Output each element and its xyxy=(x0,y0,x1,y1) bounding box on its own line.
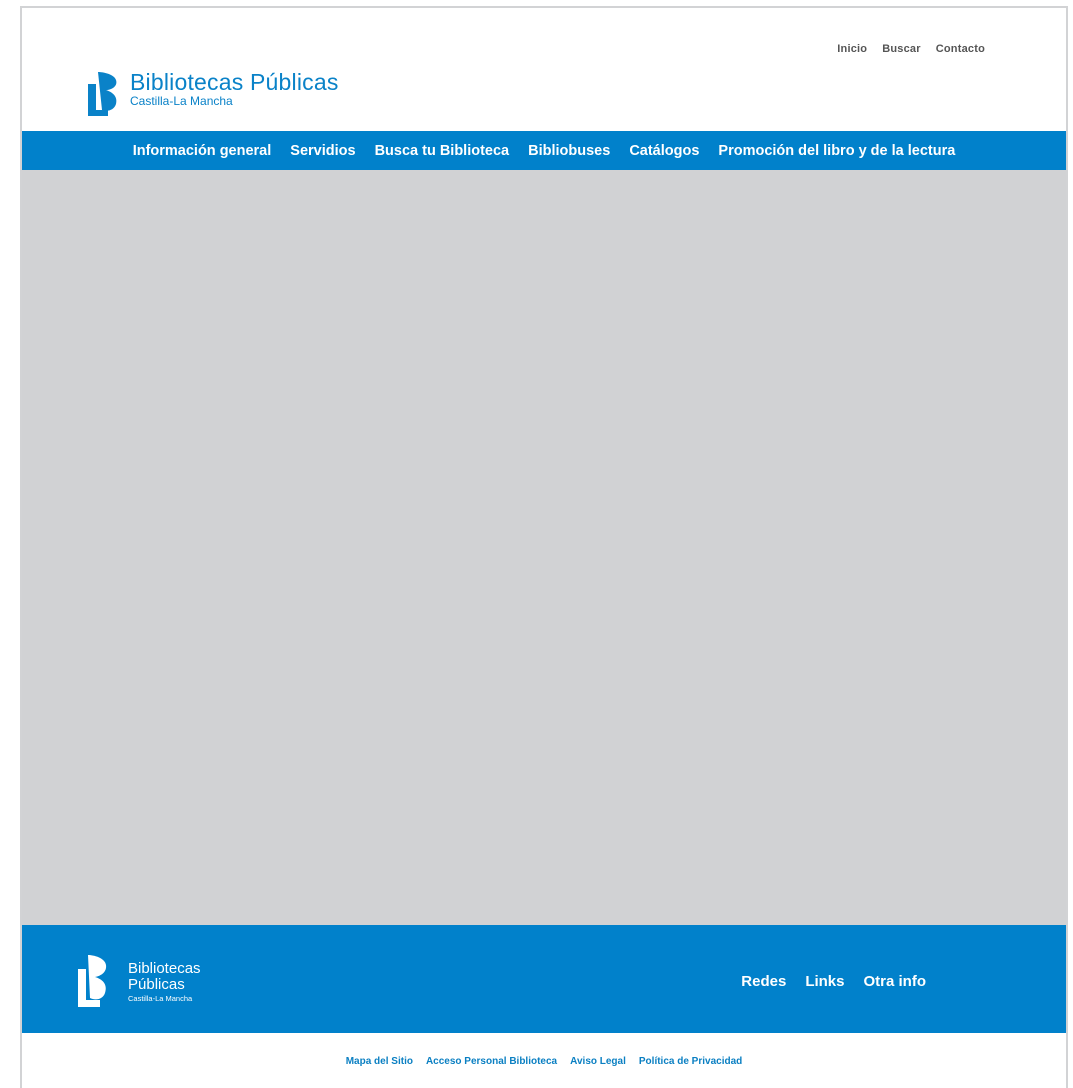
top-link-contacto[interactable]: Contacto xyxy=(936,43,985,55)
logo-title: Bibliotecas Públicas xyxy=(130,69,339,95)
top-utility-nav: Inicio Buscar Contacto xyxy=(837,43,985,55)
footer-link-links[interactable]: Links xyxy=(805,973,844,990)
site-logo[interactable]: Bibliotecas Públicas Castilla-La Mancha xyxy=(88,70,339,118)
footer-link-otra-info[interactable]: Otra info xyxy=(864,973,927,990)
content-placeholder xyxy=(22,170,1066,925)
nav-item-servicios[interactable]: Servidios xyxy=(290,143,355,159)
logo-text: Bibliotecas Públicas Castilla-La Mancha xyxy=(130,70,339,108)
footer-logo-text: Bibliotecas Públicas Castilla-La Mancha xyxy=(128,961,201,1009)
nav-item-informacion-general[interactable]: Información general xyxy=(133,143,272,159)
library-logo-icon xyxy=(88,70,122,118)
footer-logo[interactable]: Bibliotecas Públicas Castilla-La Mancha xyxy=(78,953,201,1009)
legal-link-privacidad[interactable]: Política de Privacidad xyxy=(639,1056,742,1067)
nav-item-promocion[interactable]: Promoción del libro y de la lectura xyxy=(718,143,955,159)
top-link-buscar[interactable]: Buscar xyxy=(882,43,921,55)
legal-bar: Mapa del Sitio Acceso Personal Bibliotec… xyxy=(22,1033,1066,1088)
nav-item-busca-tu-biblioteca[interactable]: Busca tu Biblioteca xyxy=(375,143,510,159)
footer-logo-title-1: Bibliotecas xyxy=(128,960,201,977)
logo-subtitle: Castilla-La Mancha xyxy=(130,94,233,108)
library-logo-icon-white xyxy=(78,953,110,1009)
legal-link-mapa-del-sitio[interactable]: Mapa del Sitio xyxy=(346,1056,413,1067)
page-frame: Inicio Buscar Contacto Bibliotecas Públi… xyxy=(20,6,1068,1088)
footer-logo-subtitle: Castilla-La Mancha xyxy=(128,994,193,1003)
header: Inicio Buscar Contacto Bibliotecas Públi… xyxy=(22,8,1066,131)
nav-item-bibliobuses[interactable]: Bibliobuses xyxy=(528,143,610,159)
legal-link-acceso-personal[interactable]: Acceso Personal Biblioteca xyxy=(426,1056,557,1067)
footer-nav: Redes Links Otra info xyxy=(741,973,926,990)
footer-link-redes[interactable]: Redes xyxy=(741,973,786,990)
footer-logo-title-2: Públicas xyxy=(128,976,185,993)
legal-link-aviso-legal[interactable]: Aviso Legal xyxy=(570,1056,626,1067)
main-nav: Información general Servidios Busca tu B… xyxy=(22,131,1066,170)
footer: Bibliotecas Públicas Castilla-La Mancha … xyxy=(22,925,1066,1033)
nav-item-catalogos[interactable]: Catálogos xyxy=(629,143,699,159)
top-link-inicio[interactable]: Inicio xyxy=(837,43,867,55)
